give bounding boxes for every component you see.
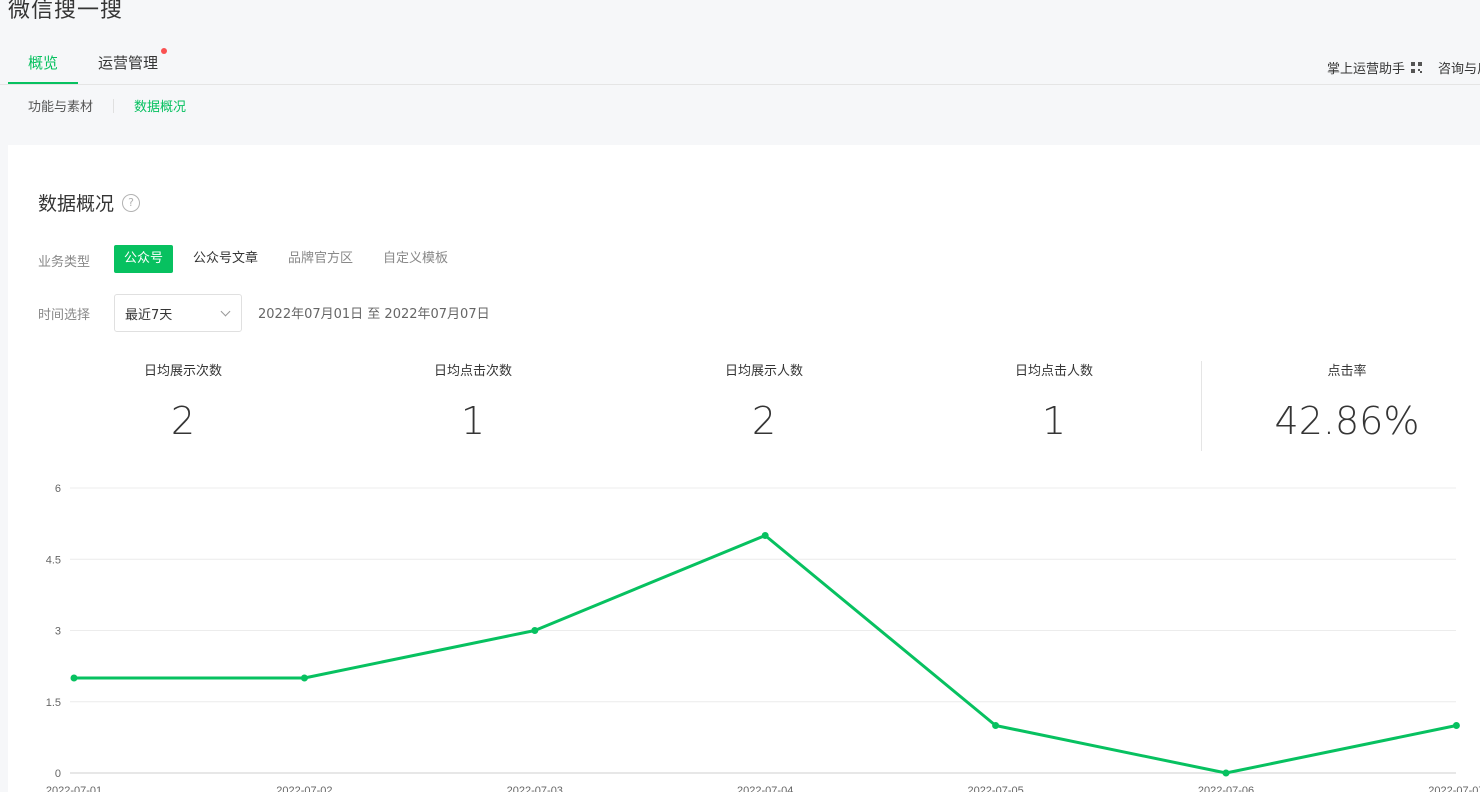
series-line — [74, 534, 1457, 775]
y-tick-label: 6 — [55, 483, 61, 495]
data-point — [761, 532, 769, 539]
y-tick-label: 4.5 — [46, 554, 61, 566]
trend-line-chart: 0 1.5 3 4.5 6 2022-07-01 2022-07-02 2022-07-03 2… — [46, 483, 1480, 792]
x-tick-label: 2022-07-02 — [276, 785, 332, 792]
x-tick-label: 2022-07-05 — [967, 785, 1023, 792]
x-tick-label: 2022-07-04 — [737, 785, 793, 792]
y-tick-label: 3 — [55, 626, 61, 638]
data-point — [992, 722, 1000, 729]
data-point — [531, 627, 539, 634]
y-tick-label: 0 — [55, 768, 61, 780]
data-point — [1452, 722, 1460, 729]
x-tick-label: 2022-07-01 — [46, 785, 102, 792]
data-point — [70, 674, 78, 682]
y-tick-label: 1.5 — [46, 697, 61, 709]
x-tick-label: 2022-07-03 — [507, 785, 563, 792]
data-point — [300, 674, 308, 682]
x-tick-label: 2022-07-07 — [1428, 785, 1480, 792]
x-tick-label: 2022-07-06 — [1198, 785, 1254, 792]
data-point — [1222, 769, 1230, 777]
